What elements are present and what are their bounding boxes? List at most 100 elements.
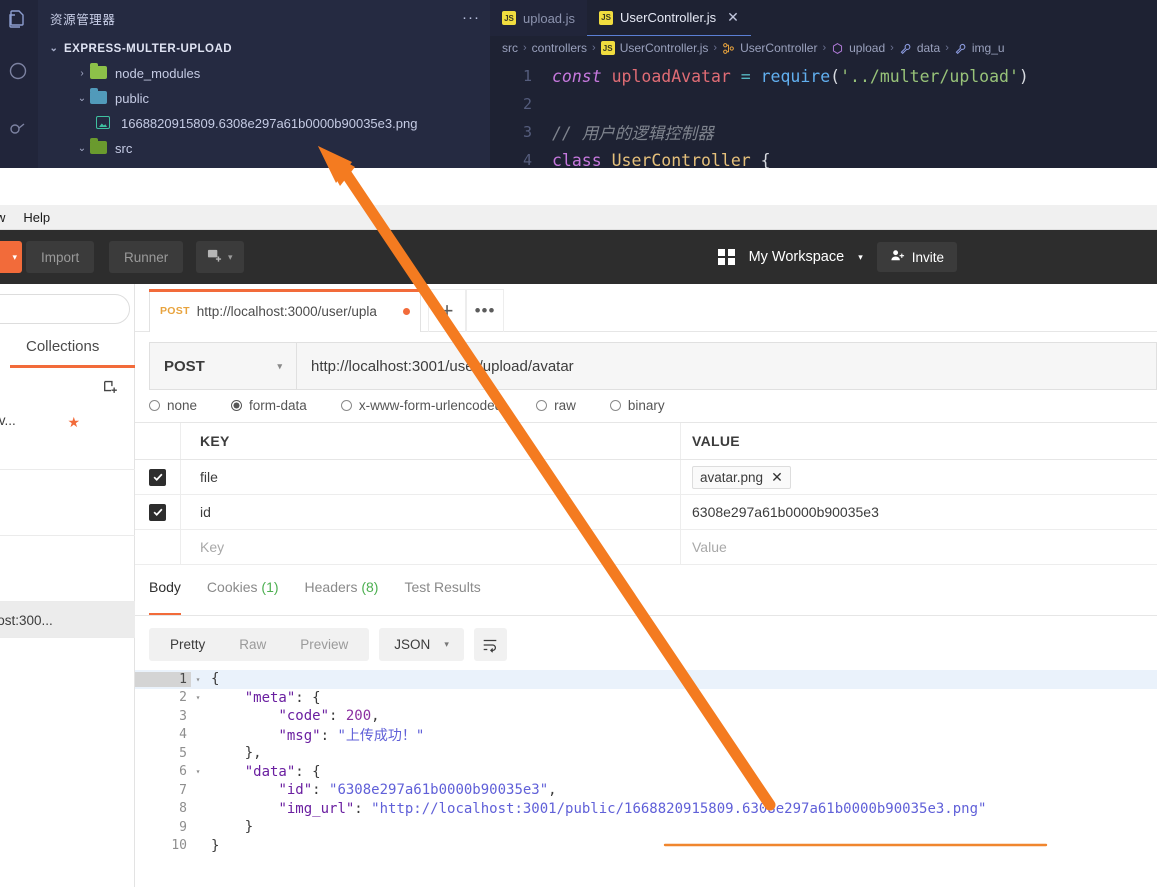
tab-headers[interactable]: Headers (8) (305, 579, 379, 615)
language-value: JSON (394, 637, 431, 652)
list-item-selected[interactable]: localhost:300... (0, 602, 135, 638)
body-type-none[interactable]: none (149, 398, 197, 413)
tree-item-node_modules[interactable]: › node_modules (38, 61, 490, 86)
method-value: POST (164, 357, 205, 375)
workspace-label[interactable]: My Workspace (749, 249, 845, 265)
format-preview[interactable]: Preview (283, 628, 365, 661)
menu-item-view[interactable]: w (0, 205, 14, 230)
tab-cookies[interactable]: Cookies (1) (207, 579, 279, 615)
tree-root-folder[interactable]: ⌄ EXPRESS-MULTER-UPLOAD (38, 36, 490, 61)
tab-test-results[interactable]: Test Results (404, 579, 480, 615)
source-control-icon[interactable] (7, 116, 31, 140)
import-button[interactable]: Import (26, 241, 95, 273)
tree-item-src[interactable]: ⌄ src (38, 136, 490, 161)
files-icon[interactable] (7, 8, 31, 32)
breadcrumb-item[interactable]: upload (849, 41, 885, 55)
format-segmented-control: Pretty Raw Preview (149, 628, 370, 661)
line-number: 9 (179, 819, 187, 835)
language-select[interactable]: JSON ▾ (379, 628, 464, 661)
new-collection-icon[interactable] (102, 378, 120, 396)
fold-icon[interactable]: ▾ (191, 693, 205, 702)
search-icon[interactable] (7, 60, 31, 84)
screenshot-root: 资源管理器 ··· ⌄ EXPRESS-MULTER-UPLOAD › node… (0, 0, 1157, 887)
file-chip[interactable]: avatar.png ✕ (692, 465, 791, 489)
json-line: 7 "id": "6308e297a61b0000b90035e3", (135, 781, 1157, 800)
new-button-orange[interactable]: ▾ (0, 241, 22, 273)
fold-icon[interactable]: ▾ (191, 767, 205, 776)
workspace-grid-icon (718, 248, 735, 266)
active-tab-underline (10, 365, 135, 368)
invite-label: Invite (911, 249, 944, 265)
invite-button[interactable]: Invite (876, 242, 957, 272)
runner-button[interactable]: Runner (109, 241, 184, 273)
tab-options-button[interactable]: ••• (466, 289, 504, 332)
editor-tab-usercontroller-js[interactable]: JS UserController.js ✕ (587, 0, 751, 36)
editor-tab-label: upload.js (523, 10, 576, 26)
row-value-placeholder[interactable]: Value (680, 530, 1157, 564)
list-item[interactable]: pi_serv... sts ★ (0, 404, 135, 470)
row-checkbox[interactable] (135, 468, 180, 486)
vscode-editor-area: JS upload.js JS UserController.js ✕ src … (490, 0, 1157, 168)
fold-icon[interactable]: ▾ (191, 675, 205, 684)
line-number: 1 (135, 671, 191, 687)
format-pretty[interactable]: Pretty (153, 628, 222, 661)
list-item[interactable]: 式 t (0, 536, 135, 602)
body-type-raw[interactable]: raw (536, 398, 576, 413)
row-key-placeholder[interactable]: Key (180, 530, 680, 564)
row-value[interactable]: 6308e297a61b0000b90035e3 (680, 495, 1157, 529)
remove-file-icon[interactable]: ✕ (771, 469, 783, 486)
breadcrumb-item[interactable]: controllers (532, 41, 587, 55)
menu-item-help[interactable]: Help (14, 205, 59, 230)
breadcrumb-item[interactable]: UserController (740, 41, 817, 55)
row-checkbox[interactable] (135, 503, 180, 521)
sidebar-tab-collections[interactable]: Collections (0, 338, 135, 373)
table-row[interactable]: file avatar.png ✕ (135, 460, 1157, 495)
table-row[interactable]: id 6308e297a61b0000b90035e3 (135, 495, 1157, 530)
url-input[interactable]: http://localhost:3001/user/upload/avatar (297, 342, 1157, 390)
unsaved-indicator-dot (403, 307, 410, 315)
body-type-form-data[interactable]: form-data (231, 398, 307, 413)
row-key[interactable]: id (180, 495, 680, 529)
close-icon[interactable]: ✕ (727, 9, 739, 26)
breadcrumb-item[interactable]: img_u (972, 41, 1005, 55)
row-value[interactable]: avatar.png ✕ (680, 460, 1157, 494)
json-text: } (211, 837, 220, 854)
new-window-button[interactable]: ▾ (196, 241, 244, 273)
json-line: 1 ▾ { (135, 670, 1157, 689)
code-line: 1 const uploadAvatar = require('../multe… (490, 62, 1157, 90)
format-raw[interactable]: Raw (222, 628, 283, 661)
radio-selected-icon (231, 399, 243, 411)
word-wrap-icon[interactable] (473, 628, 507, 661)
request-tab[interactable]: POST http://localhost:3000/user/upla (149, 289, 421, 332)
checkbox-checked-icon (149, 468, 166, 486)
response-format-bar: Pretty Raw Preview JSON ▾ (149, 628, 507, 661)
breadcrumb-item[interactable]: UserController.js (620, 41, 709, 55)
code-editor-content[interactable]: 1 const uploadAvatar = require('../multe… (490, 62, 1157, 169)
code-line: 2 (490, 90, 1157, 118)
body-type-binary[interactable]: binary (609, 398, 665, 413)
method-select[interactable]: POST ▾ (149, 342, 297, 390)
row-key[interactable]: file (180, 460, 680, 494)
body-type-urlencoded[interactable]: x-www-form-urlencoded (340, 397, 503, 413)
chevron-down-icon: ⌄ (49, 43, 59, 54)
tree-item-uploaded-image[interactable]: 1668820915809.6308e297a61b0000b90035e3.p… (38, 111, 490, 136)
response-body-json[interactable]: 1 ▾ { 2 ▾ "meta": { 3 "code": 200, 4 "ms… (135, 670, 1157, 887)
collection-name: localhost:300... (0, 613, 53, 628)
class-symbol-icon (722, 42, 735, 55)
tab-body[interactable]: Body (149, 579, 181, 615)
breadcrumb-item[interactable]: data (917, 41, 940, 55)
new-tab-button[interactable]: + (428, 289, 466, 332)
postman-sidebar: Collections pi_serv... sts ★ ns_v2 sts (0, 284, 135, 887)
list-item[interactable]: ns_v2 sts (0, 470, 135, 536)
body-type-label: x-www-form-urlencoded (358, 397, 503, 413)
breadcrumb-item[interactable]: src (502, 41, 518, 55)
explorer-more-icon[interactable]: ··· (462, 10, 480, 25)
explorer-tree: ⌄ EXPRESS-MULTER-UPLOAD › node_modules ⌄… (38, 36, 490, 161)
tree-item-public[interactable]: ⌄ public (38, 86, 490, 111)
star-icon[interactable]: ★ (67, 414, 80, 431)
search-input[interactable] (0, 294, 130, 324)
folder-blue-icon (90, 88, 109, 106)
table-row-empty[interactable]: Key Value (135, 530, 1157, 565)
chevron-down-icon[interactable]: ▾ (858, 252, 863, 263)
editor-tab-upload-js[interactable]: JS upload.js (490, 0, 588, 36)
